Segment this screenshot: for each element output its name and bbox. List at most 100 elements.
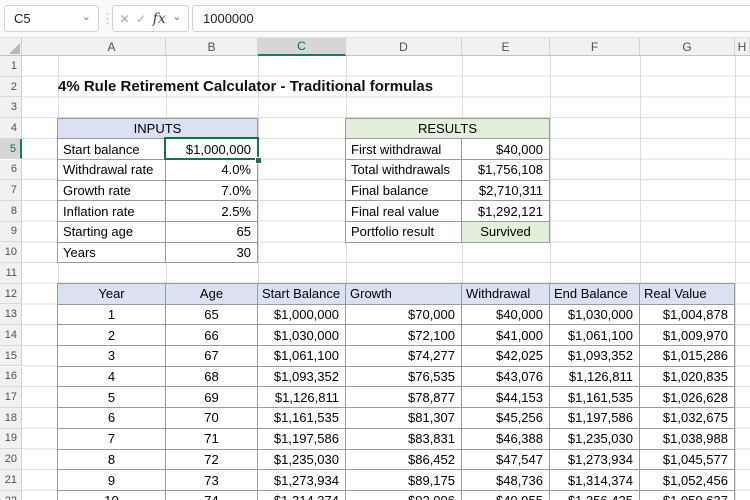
results-label[interactable]: Total withdrawals [346, 159, 462, 181]
row-header-6[interactable]: 6 [0, 159, 22, 181]
schedule-cell[interactable]: $1,030,000 [258, 325, 346, 347]
schedule-cell[interactable]: $1,061,100 [550, 325, 640, 347]
schedule-cell[interactable]: $76,535 [346, 366, 462, 388]
formula-input[interactable]: 1000000 [192, 5, 750, 32]
column-header-C[interactable]: C [258, 38, 346, 56]
schedule-cell[interactable]: 3 [58, 346, 166, 367]
results-value[interactable]: $1,756,108 [462, 159, 550, 181]
column-header-B[interactable]: B [166, 38, 258, 56]
row-header-19[interactable]: 19 [0, 428, 22, 450]
schedule-cell[interactable]: $1,061,100 [258, 346, 346, 367]
schedule-column-header[interactable]: Start Balance [258, 284, 346, 305]
schedule-cell[interactable]: $89,175 [346, 470, 462, 491]
schedule-cell[interactable]: $1,197,586 [550, 408, 640, 429]
schedule-cell[interactable]: $1,356,425 [550, 490, 640, 500]
schedule-cell[interactable]: $42,025 [462, 346, 550, 367]
results-label[interactable]: Portfolio result [346, 221, 462, 243]
inputs-label[interactable]: Inflation rate [58, 201, 166, 222]
schedule-cell[interactable]: 74 [166, 490, 258, 500]
schedule-cell[interactable]: 4 [58, 366, 166, 388]
select-all-corner[interactable] [0, 38, 22, 56]
results-label[interactable]: Final balance [346, 180, 462, 202]
schedule-cell[interactable]: $83,831 [346, 428, 462, 450]
enter-icon[interactable]: ✓ [136, 12, 146, 26]
row-header-14[interactable]: 14 [0, 325, 22, 346]
inputs-label[interactable]: Starting age [58, 221, 166, 243]
insert-function-icon[interactable]: fx [153, 11, 166, 27]
row-header-11[interactable]: 11 [0, 263, 22, 284]
row-header-22[interactable]: 22 [0, 490, 22, 500]
schedule-cell[interactable]: 71 [166, 428, 258, 450]
schedule-cell[interactable]: 70 [166, 408, 258, 429]
row-header-3[interactable]: 3 [0, 97, 22, 119]
inputs-value[interactable]: 4.0% [166, 159, 258, 181]
row-header-21[interactable]: 21 [0, 470, 22, 491]
results-value[interactable]: Survived [462, 221, 550, 243]
name-box[interactable]: C5 ⌄ [4, 5, 99, 32]
schedule-cell[interactable]: $49,955 [462, 490, 550, 500]
schedule-cell[interactable]: 7 [58, 428, 166, 450]
selected-cell-outline[interactable] [164, 137, 259, 160]
column-header-D[interactable]: D [346, 38, 462, 56]
schedule-cell[interactable]: 8 [58, 449, 166, 471]
schedule-cell[interactable]: 9 [58, 470, 166, 491]
results-value[interactable]: $40,000 [462, 139, 550, 160]
schedule-cell[interactable]: $48,736 [462, 470, 550, 491]
schedule-cell[interactable]: $44,153 [462, 387, 550, 409]
schedule-column-header[interactable]: Withdrawal [462, 284, 550, 305]
schedule-cell[interactable]: $40,000 [462, 304, 550, 326]
fill-handle[interactable] [255, 156, 262, 164]
schedule-cell[interactable]: $1,126,811 [550, 366, 640, 388]
schedule-cell[interactable]: 66 [166, 325, 258, 347]
schedule-cell[interactable]: $86,452 [346, 449, 462, 471]
schedule-cell[interactable]: $72,100 [346, 325, 462, 347]
schedule-cell[interactable]: $92,006 [346, 490, 462, 500]
schedule-cell[interactable]: 69 [166, 387, 258, 409]
schedule-cell[interactable]: $1,126,811 [258, 387, 346, 409]
sheet-title[interactable]: 4% Rule Retirement Calculator - Traditio… [58, 77, 433, 98]
schedule-cell[interactable]: $1,045,577 [640, 449, 735, 471]
schedule-cell[interactable]: 1 [58, 304, 166, 326]
schedule-cell[interactable]: $1,093,352 [550, 346, 640, 367]
schedule-cell[interactable]: $1,093,352 [258, 366, 346, 388]
row-header-17[interactable]: 17 [0, 387, 22, 408]
column-header-A[interactable]: A [58, 38, 166, 56]
schedule-cell[interactable]: $1,038,988 [640, 428, 735, 450]
schedule-cell[interactable]: $1,314,374 [258, 490, 346, 500]
schedule-cell[interactable]: $1,052,456 [640, 470, 735, 491]
schedule-cell[interactable]: 67 [166, 346, 258, 367]
schedule-cell[interactable]: $1,197,586 [258, 428, 346, 450]
results-label[interactable]: First withdrawal [346, 139, 462, 160]
schedule-cell[interactable]: $43,076 [462, 366, 550, 388]
row-header-1[interactable]: 1 [0, 56, 22, 77]
row-header-2[interactable]: 2 [0, 76, 22, 98]
inputs-label[interactable]: Start balance [58, 139, 166, 160]
schedule-cell[interactable]: 2 [58, 325, 166, 347]
schedule-cell[interactable]: $1,161,535 [258, 408, 346, 429]
schedule-cell[interactable]: $46,388 [462, 428, 550, 450]
schedule-cell[interactable]: 5 [58, 387, 166, 409]
results-value[interactable]: $1,292,121 [462, 201, 550, 222]
inputs-value[interactable]: 65 [166, 221, 258, 243]
schedule-cell[interactable]: $78,877 [346, 387, 462, 409]
inputs-value[interactable]: 2.5% [166, 201, 258, 222]
schedule-cell[interactable]: $1,009,970 [640, 325, 735, 347]
schedule-cell[interactable]: $1,000,000 [258, 304, 346, 326]
schedule-cell[interactable]: 72 [166, 449, 258, 471]
schedule-cell[interactable]: $45,256 [462, 408, 550, 429]
row-header-20[interactable]: 20 [0, 449, 22, 470]
schedule-cell[interactable]: 6 [58, 408, 166, 429]
schedule-cell[interactable]: $41,000 [462, 325, 550, 347]
schedule-cell[interactable]: $70,000 [346, 304, 462, 326]
inputs-value[interactable]: 7.0% [166, 180, 258, 202]
column-header-H[interactable]: H [735, 38, 750, 56]
name-box-chevron-icon[interactable]: ⌄ [82, 12, 98, 25]
schedule-cell[interactable]: $1,059,637 [640, 490, 735, 500]
inputs-value[interactable]: 30 [166, 242, 258, 264]
results-value[interactable]: $2,710,311 [462, 180, 550, 202]
row-header-18[interactable]: 18 [0, 407, 22, 429]
schedule-column-header[interactable]: Real Value [640, 284, 735, 305]
schedule-cell[interactable]: $1,026,628 [640, 387, 735, 409]
schedule-cell[interactable]: $1,273,934 [550, 449, 640, 471]
schedule-cell[interactable]: $1,032,675 [640, 408, 735, 429]
